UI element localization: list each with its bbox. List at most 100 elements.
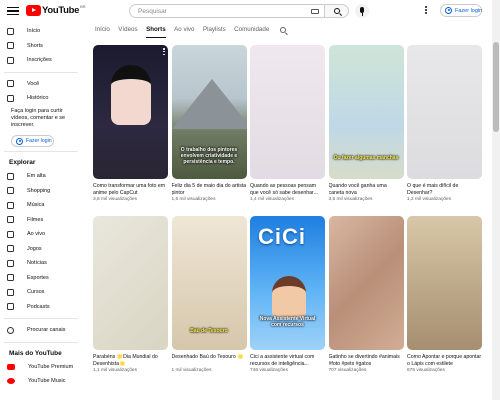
sidebar-sign-in-button[interactable]: Fazer login [11,135,54,148]
short-title[interactable]: Desenhado Baú do Tesouro 🌟 [172,354,247,367]
short-caption: O trabalho dos pintores envolvem criativ… [180,147,238,165]
tab-playlists[interactable]: Playlists [203,22,226,38]
logo-text: YouTube [42,5,80,16]
account-icon [16,137,23,145]
short-views: 1 mil visualizações [171,368,212,373]
short-title[interactable]: Parabéns 🌟Dia Mundial do Desenhista🌟 [93,354,168,367]
short-thumbnail[interactable]: CiCi Nova Assistente Virtual com recursos [250,216,325,350]
short-card[interactable]: Como Apontar e porque apontar o Lápis co… [407,216,482,373]
avatar-illustration [272,276,306,318]
channel-search-icon[interactable] [279,27,286,33]
short-card[interactable]: Como transformar uma foto em anime pelo … [93,45,168,202]
short-caption: Nova Assistente Virtual com recursos [259,316,316,328]
news-icon [7,259,14,267]
short-thumbnail[interactable] [407,216,482,350]
short-card[interactable]: Parabéns 🌟Dia Mundial do Desenhista🌟 1,1 … [93,216,168,373]
sidebar-divider [4,71,78,73]
subscriptions-icon [7,56,14,64]
sidebar-item-trending[interactable]: Em alta [0,169,85,184]
short-card[interactable]: O que é mais difícil de Desenhar? 1,2 mil… [407,45,482,202]
short-title[interactable]: Feliz dia 5 de maio dia do artista pinto… [172,183,247,196]
short-card[interactable]: Gatinho se divertindo #animais #foto #pe… [328,216,404,373]
short-title[interactable]: Gatinho se divertindo #animais #foto #pe… [329,354,404,367]
short-title[interactable]: Quando as pessoas pensam que você só sab… [250,183,325,196]
sidebar-item-label: Música [27,202,45,209]
sidebar-item-shorts[interactable]: Shorts [0,39,85,54]
tab-inicio[interactable]: Início [95,22,110,38]
sidebar-item-movies[interactable]: Filmes [0,213,85,228]
sidebar-item-sports[interactable]: Esportes [0,271,85,286]
sidebar-item-live[interactable]: Ao vivo [0,227,85,242]
more-options-icon[interactable] [163,48,165,56]
sidebar-item-you[interactable]: Você [0,77,85,92]
sidebar-item-youtube-music[interactable]: YouTube Music [0,374,85,389]
short-card[interactable]: CiCi Nova Assistente Virtual com recursos… [250,216,325,373]
sidebar-item-youtube-premium[interactable]: YouTube Premium [0,360,85,375]
scrollbar[interactable] [492,0,500,400]
short-card[interactable]: Quando as pessoas pensam que você só sab… [250,45,325,202]
movies-icon [7,216,14,224]
short-title[interactable]: Quando você ganha uma caneta nova [329,183,404,196]
short-title[interactable]: Como transformar uma foto em anime pelo … [93,183,168,196]
settings-more-icon[interactable] [425,6,428,16]
youtube-logo[interactable]: YouTube BR [26,4,86,16]
sidebar-item-label: Notícias [27,260,47,267]
sidebar-item-label: Ao vivo [27,231,46,238]
sidebar-item-label: Jogos [27,245,42,252]
sidebar-item-label: Shorts [27,42,43,49]
sidebar-item-courses[interactable]: Cursos [0,285,85,300]
search-button[interactable] [324,4,349,18]
keyboard-icon[interactable] [311,9,319,14]
sidebar-item-label: Procurar canais [27,327,66,334]
short-card[interactable]: Baú de Tesouro Desenhado Baú do Tesouro 🌟… [171,216,247,373]
short-card[interactable]: O trabalho dos pintores envolvem criativ… [171,45,247,202]
mountain-shape [171,79,247,129]
short-card[interactable]: Ou fazer algumas manchas Quando você ganh… [328,45,404,202]
sidebar-item-label: Esportes [27,274,49,281]
voice-search-button[interactable] [355,4,369,18]
top-bar: YouTube BR Fazer login [0,0,500,22]
search-input[interactable] [138,7,303,15]
sidebar-item-label: Filmes [27,216,44,223]
short-thumbnail[interactable] [93,216,168,350]
sidebar-item-shopping[interactable]: Shopping [0,184,85,199]
home-icon [7,27,14,35]
tab-comunidade[interactable]: Comunidade [234,22,269,38]
country-code: BR [80,4,86,9]
short-title[interactable]: O que é mais difícil de Desenhar? [407,183,482,196]
short-thumbnail[interactable] [328,216,404,350]
sports-icon [7,274,14,282]
live-icon [7,230,14,238]
sidebar-item-podcasts[interactable]: Podcasts [0,300,85,315]
menu-icon[interactable] [7,5,19,16]
sidebar-item-music[interactable]: Música [0,198,85,213]
trending-icon [7,172,14,180]
sidebar-item-subscriptions[interactable]: Inscrições [0,53,85,68]
short-title[interactable]: Como Apontar e porque apontar o Lápis co… [407,354,482,367]
sidebar-item-home[interactable]: Início [0,24,85,39]
short-thumbnail[interactable] [250,45,325,179]
tab-videos[interactable]: Vídeos [118,22,137,38]
sidebar-item-label: Cursos [27,289,45,296]
short-title[interactable]: Cici a assistente virtual com recursos d… [250,354,325,367]
history-icon [7,94,14,102]
sidebar-item-browse-channels[interactable]: Procurar canais [0,323,85,338]
sidebar-divider [4,341,78,343]
tab-ao-vivo[interactable]: Ao vivo [174,22,194,38]
sidebar-item-label: Histórico [27,95,49,102]
sidebar-item-news[interactable]: Notícias [0,256,85,271]
sidebar-item-gaming[interactable]: Jogos [0,242,85,257]
short-thumbnail[interactable]: Ou fazer algumas manchas [328,45,404,179]
short-thumbnail[interactable] [407,45,482,179]
short-thumbnail[interactable] [93,45,168,179]
short-thumbnail[interactable]: O trabalho dos pintores envolvem criativ… [171,45,247,179]
sidebar-item-label: Início [27,28,41,35]
account-icon [445,7,452,14]
sidebar-sign-in-label: Fazer login [26,138,52,145]
short-thumbnail[interactable]: Baú de Tesouro [171,216,247,350]
scrollbar-thumb[interactable] [493,42,499,132]
tab-shorts[interactable]: Shorts [146,22,166,38]
shopping-icon [7,187,14,195]
sidebar-item-history[interactable]: Histórico [0,91,85,106]
sign-in-button[interactable]: Fazer login [440,4,482,17]
